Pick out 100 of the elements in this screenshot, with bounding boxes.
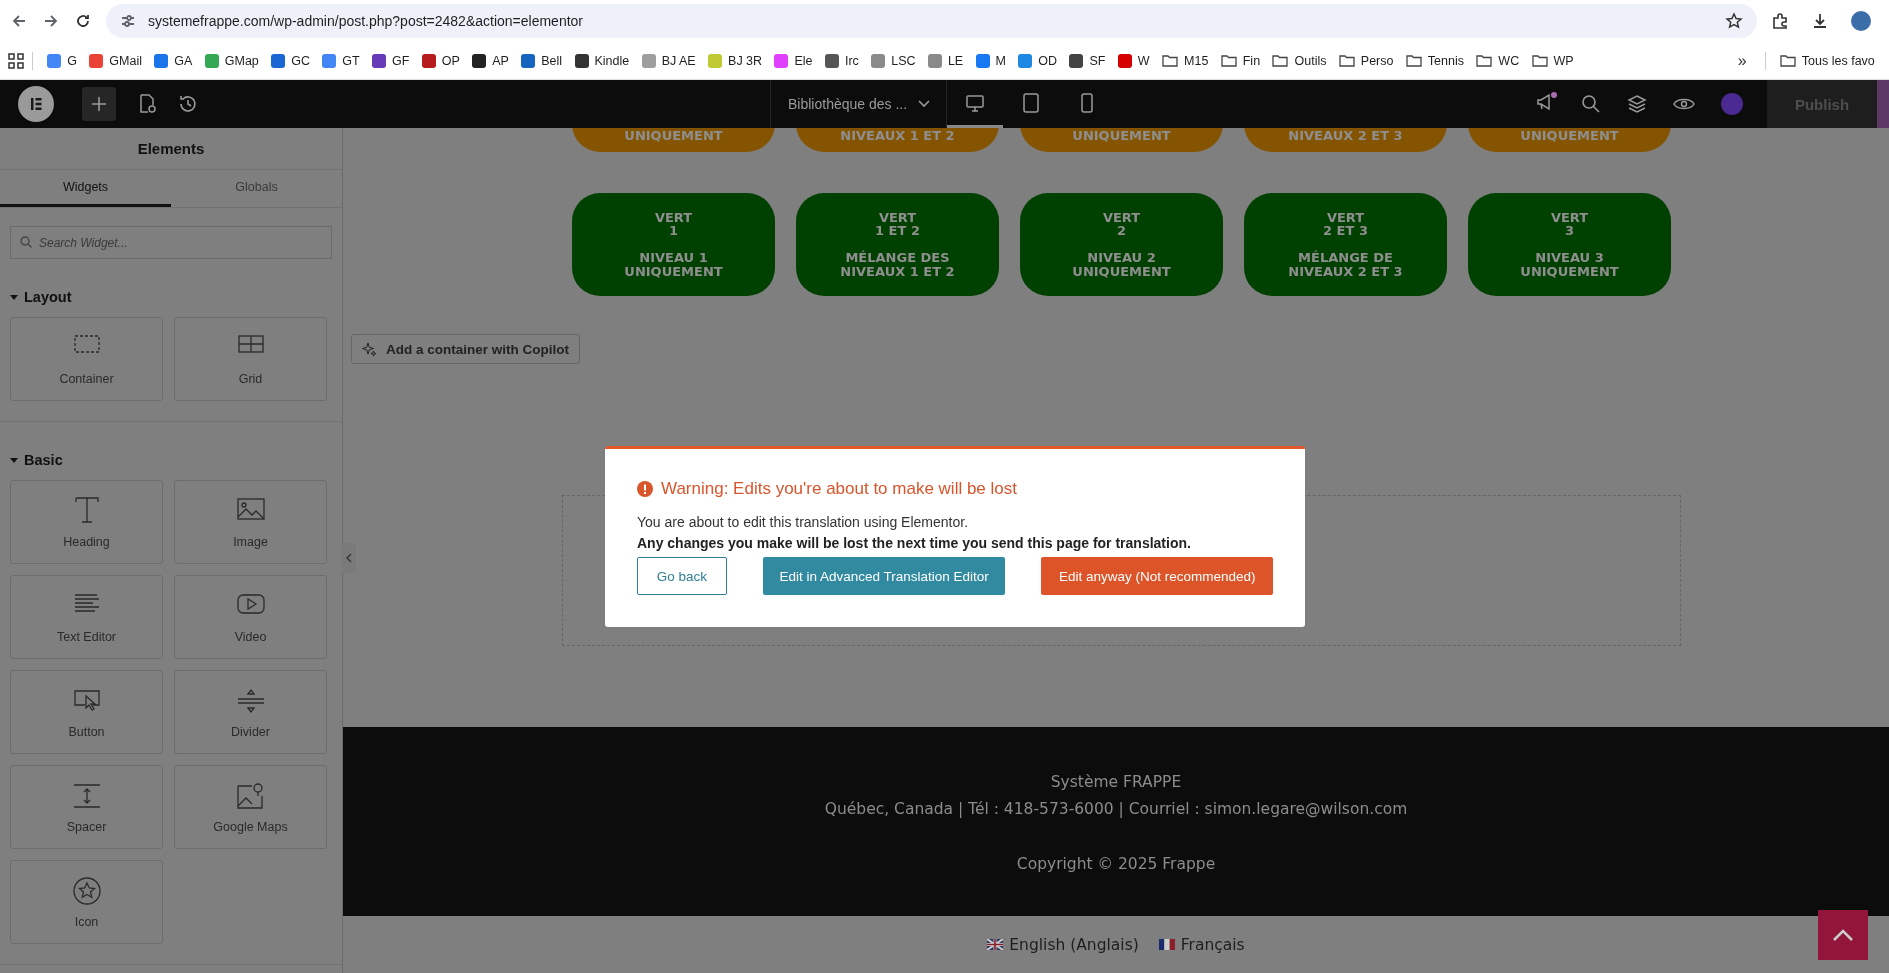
bookmark[interactable]: LSC — [865, 53, 922, 68]
eye-icon[interactable] — [1673, 96, 1695, 112]
widget-card[interactable]: Image — [174, 480, 327, 564]
bookmark[interactable]: Kindle — [568, 53, 636, 68]
folder-icon — [1779, 52, 1796, 69]
layers-icon[interactable] — [1627, 94, 1647, 114]
go-back-button[interactable]: Go back — [637, 557, 727, 595]
bookmark[interactable]: LE — [921, 53, 970, 68]
button-description: NIVEAU 3 UNIQUEMENT — [1519, 251, 1620, 279]
bookmark[interactable]: SF — [1063, 53, 1112, 68]
search-icon[interactable] — [1581, 94, 1601, 114]
dialog-message: You are about to edit this translation using Elementor. — [637, 514, 970, 530]
widget-card[interactable]: Heading — [10, 480, 163, 564]
elementor-logo[interactable] — [18, 86, 54, 122]
plus-icon — [91, 96, 107, 112]
star-icon[interactable] — [1725, 12, 1743, 30]
button-description: NIVEAU 1 UNIQUEMENT — [623, 251, 724, 279]
bookmark[interactable]: Perso — [1332, 52, 1400, 69]
button-title: VERT 2 ET 3 — [1322, 210, 1369, 238]
level-button[interactable]: VERT 2 ET 3 MÉLANGE DE NIVEAUX 2 ET 3 — [1244, 193, 1447, 296]
bookmark[interactable]: GC — [265, 53, 317, 68]
notification-dot — [1551, 92, 1557, 98]
chevron-down-icon — [918, 100, 930, 108]
widget-card[interactable]: Container — [10, 317, 163, 401]
section-toggle[interactable]: Layout — [0, 259, 82, 317]
address-bar[interactable]: systemefrappe.com/wp-admin/post.php?post=2482&action=elementor — [106, 4, 1757, 38]
bookmark[interactable]: Irc — [818, 53, 865, 68]
history-icon[interactable] — [178, 94, 198, 114]
widget-card[interactable]: Divider — [174, 670, 327, 754]
level-button[interactable]: VERT 1 ET 2 MÉLANGE DES NIVEAUX 1 ET 2 — [796, 193, 999, 296]
more-bookmarks-button[interactable]: » — [1727, 51, 1757, 70]
profile-avatar[interactable] — [1851, 11, 1871, 31]
site-settings-icon[interactable] — [120, 13, 136, 29]
section-toggle[interactable]: Basic — [0, 422, 73, 480]
folder-icon — [1220, 52, 1237, 69]
language-link[interactable]: Français — [1158, 935, 1245, 954]
bookmark[interactable]: GT — [316, 53, 366, 68]
bookmark[interactable]: GA — [148, 53, 199, 68]
button-title: VERT 2 — [1101, 210, 1142, 238]
folder-icon — [1531, 52, 1548, 69]
footer-text: Copyright © 2025 Frappe — [1016, 854, 1216, 875]
bookmark[interactable]: BJ AE — [635, 53, 702, 68]
bookmark[interactable]: M15 — [1155, 52, 1215, 69]
download-icon[interactable] — [1811, 12, 1829, 30]
bookmark[interactable]: Ele — [768, 53, 819, 68]
widget-card[interactable]: Google Maps — [174, 765, 327, 849]
dropdown-label: Bibliothèque des ... — [788, 96, 908, 112]
bookmark[interactable]: Tennis — [1399, 52, 1471, 69]
edit-anyway-button[interactable]: Edit anyway (Not recommended) — [1041, 557, 1273, 595]
bookmark[interactable]: Fin — [1214, 52, 1267, 69]
sparkle-icon — [362, 342, 376, 356]
bookmark[interactable]: BJ 3R — [701, 53, 769, 68]
folder-icon — [1405, 52, 1422, 69]
extension-icon[interactable] — [1771, 12, 1789, 30]
page-settings-icon[interactable] — [138, 94, 156, 114]
bookmark[interactable]: GMap — [198, 53, 265, 68]
bookmark[interactable]: WP — [1525, 52, 1580, 69]
reload-icon[interactable] — [74, 12, 92, 30]
bookmark-folder[interactable]: Tous les favo — [1773, 52, 1881, 69]
level-button[interactable]: VERT 1 NIVEAU 1 UNIQUEMENT — [572, 193, 775, 296]
folder-icon — [1476, 52, 1493, 69]
bookmark[interactable]: W — [1111, 53, 1156, 68]
widget-card[interactable]: Grid — [174, 317, 327, 401]
copilot-button[interactable]: Add a container with Copilot — [351, 334, 580, 364]
bookmark[interactable]: Bell — [515, 53, 569, 68]
bookmark[interactable]: OP — [415, 53, 467, 68]
bookmark[interactable]: WC — [1470, 52, 1526, 69]
button-title: VERT 1 — [653, 210, 694, 238]
widget-card[interactable]: Spacer — [10, 765, 163, 849]
panel-tab[interactable]: Widgets — [0, 170, 171, 207]
widget-card[interactable]: Text Editor — [10, 575, 163, 659]
search-icon — [20, 236, 32, 248]
apps-icon[interactable] — [8, 52, 24, 69]
widget-card[interactable]: Video — [174, 575, 327, 659]
warning-icon — [637, 481, 653, 497]
button-title: VERT 3 — [1549, 210, 1590, 238]
search-field[interactable]: Search Widget... — [10, 226, 332, 259]
widget-card[interactable]: Button — [10, 670, 163, 754]
bookmark[interactable]: GF — [365, 53, 416, 68]
translation-editor-button[interactable]: Edit in Advanced Translation Editor — [762, 557, 1006, 595]
bookmark[interactable]: Outils — [1266, 52, 1333, 69]
button-description: MÉLANGE DE NIVEAUX 2 ET 3 — [1287, 251, 1404, 279]
footer-text: Québec, Canada | Tél : 418-573-6000 | Courriel : simon.legare@wilson.com — [824, 799, 1408, 820]
add-element-button[interactable] — [82, 87, 116, 121]
widget-card[interactable]: Icon — [10, 860, 163, 944]
uk-flag-icon — [987, 939, 1004, 950]
bookmark[interactable]: AP — [466, 53, 516, 68]
language-link[interactable]: English (Anglais) — [987, 935, 1139, 954]
level-button[interactable]: VERT 2 NIVEAU 2 UNIQUEMENT — [1020, 193, 1223, 296]
bookmark[interactable]: OD — [1012, 53, 1064, 68]
folder-icon — [1272, 52, 1289, 69]
dialog-title: Warning: Edits you're about to make will be lost — [661, 479, 1017, 499]
bookmark[interactable]: M — [969, 53, 1013, 68]
scroll-to-top-button[interactable] — [1818, 910, 1868, 960]
tablet-icon — [1021, 92, 1041, 113]
button-description: NIVEAU 2 UNIQUEMENT — [1071, 251, 1172, 279]
level-button[interactable]: VERT 3 NIVEAU 3 UNIQUEMENT — [1468, 193, 1671, 296]
panel-title: Elements — [0, 128, 342, 170]
bookmark[interactable]: G — [41, 53, 84, 68]
bookmark[interactable]: GMail — [83, 53, 149, 68]
